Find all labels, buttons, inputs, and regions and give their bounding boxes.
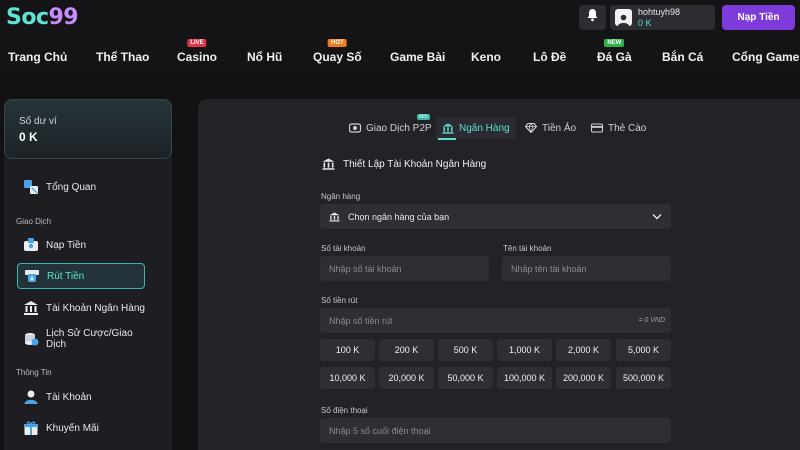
crypto-icon [525,123,537,133]
sidebar-item-history[interactable]: Lịch Sử Cược/Giao Dịch [17,326,145,352]
sidebar-item-deposit[interactable]: Nạp Tiền [17,232,145,258]
bank-select[interactable]: Chọn ngân hàng của bạn [320,204,671,229]
overview-icon [23,179,39,195]
chevron-down-icon [652,212,662,222]
nav-item-keno[interactable]: Keno [471,50,501,64]
account-name-label: Tên tài khoản [503,244,552,253]
username: hohtuyh98 [638,7,681,17]
wallet-card: Số dư ví 0 K [4,99,172,159]
tab-crypto[interactable]: Tiền Ảo [525,117,576,139]
active-tab-indicator [438,138,456,140]
nav-item-lottery[interactable]: HOT Quay Số [313,39,362,64]
amount-option-200k[interactable]: 200 K [379,339,434,361]
account-icon [23,389,39,405]
amount-option-10000k[interactable]: 10,000 K [320,367,375,389]
nav-item-lo-de[interactable]: Lô Đề [533,50,566,64]
bank-select-icon [329,212,340,222]
deposit-icon [23,237,39,253]
new-tab-badge: Mới [417,114,430,120]
bank-icon [23,300,39,316]
nav-item-card-games[interactable]: Game Bài [390,50,445,64]
bank-title-icon [322,158,335,170]
section-info-heading: Thông Tin [16,368,52,377]
history-icon [23,331,39,347]
account-sidebar: Số dư ví 0 K Tổng Quan Giao Dịch Nạp Tiề… [4,99,172,450]
sidebar-item-account[interactable]: Tài Khoản [17,384,145,410]
account-name-input[interactable]: Nhập tên tài khoản [502,256,671,281]
hot-badge: HOT [328,39,347,47]
form-title: Thiết Lập Tài Khoản Ngân Hàng [322,158,486,170]
wallet-label: Số dư ví [19,116,57,127]
top-bar: Soc99 hohtuyh98 0 K Nạp Tiền [0,0,800,38]
p2p-icon [349,123,361,133]
nav-item-sports[interactable]: Thể Thao [96,50,149,64]
live-badge: LIVE [187,39,207,47]
sidebar-item-withdraw[interactable]: Rút Tiền [17,263,145,289]
amount-option-50000k[interactable]: 50,000 K [438,367,493,389]
account-number-input[interactable]: Nhập số tài khoản [320,256,489,281]
amount-option-100k[interactable]: 100 K [320,339,375,361]
phone-label: Số điện thoại [321,406,368,415]
amount-option-1000k[interactable]: 1,000 K [497,339,552,361]
amount-option-2000k[interactable]: 2,000 K [556,339,611,361]
amount-option-200000k[interactable]: 200,000 K [556,367,611,389]
tab-bank[interactable]: Ngân Hàng [436,117,516,139]
user-balance: 0 K [638,18,652,28]
gift-icon [23,420,39,436]
notification-button[interactable] [579,5,606,30]
bank-label: Ngân hàng [321,192,361,201]
amount-option-20000k[interactable]: 20,000 K [379,367,434,389]
nav-item-home[interactable]: Trang Chủ [8,50,67,64]
new-badge: NEW [604,39,625,47]
tab-card[interactable]: Thẻ Cào [591,117,646,139]
amount-input[interactable]: Nhập số tiền rút = 0 VND [320,308,671,333]
amount-option-500k[interactable]: 500 K [438,339,493,361]
withdraw-panel [198,99,800,450]
site-logo[interactable]: Soc99 [6,5,79,30]
deposit-button[interactable]: Nạp Tiền [722,5,795,30]
wallet-value: 0 K [19,130,38,144]
phone-input[interactable]: Nhập 5 số cuối điện thoại [320,418,671,443]
sidebar-item-bank-account[interactable]: Tài Khoản Ngân Hàng [17,295,145,321]
user-account-box[interactable]: hohtuyh98 0 K [610,5,715,30]
sidebar-item-overview[interactable]: Tổng Quan [17,174,145,200]
amount-conversion: = 0 VND [638,317,665,324]
nav-item-casino[interactable]: LIVE Casino [177,39,217,64]
bell-icon [586,8,599,27]
amount-option-5000k[interactable]: 5,000 K [616,339,671,361]
amount-option-100000k[interactable]: 100,000 K [497,367,552,389]
amount-label: Số tiền rút [321,296,358,305]
nav-item-fishing[interactable]: Bắn Cá [662,50,703,64]
main-nav: Trang Chủ Thể Thao LIVE Casino Nổ Hũ HOT Q… [0,38,800,76]
bank-tab-icon [442,123,454,134]
card-icon [591,123,603,133]
nav-item-cockfight[interactable]: NEW Đá Gà [597,39,632,64]
account-number-label: Số tài khoản [321,244,366,253]
nav-item-game-portal[interactable]: Cổng Game [732,50,799,64]
section-transactions-heading: Giao Dịch [16,217,52,226]
sidebar-item-promotions[interactable]: Khuyến Mãi [17,415,145,441]
tab-p2p[interactable]: Giao Dịch P2P [349,117,432,139]
avatar-icon [615,9,632,26]
nav-item-jackpot[interactable]: Nổ Hũ [247,50,282,64]
withdraw-icon [24,268,40,284]
amount-option-500000k[interactable]: 500,000 K [616,367,671,389]
